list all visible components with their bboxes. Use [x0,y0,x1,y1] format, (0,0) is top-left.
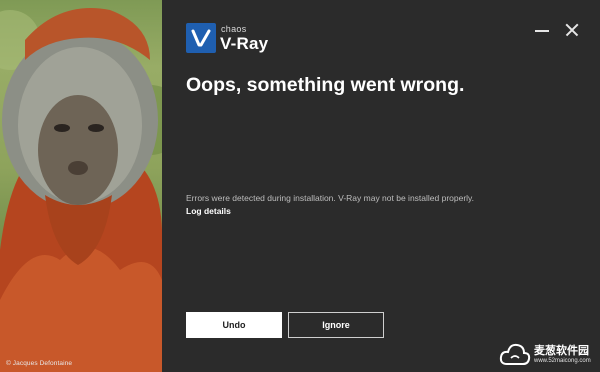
cloud-icon [499,343,531,365]
watermark-url: www.52maicong.com [534,358,591,364]
undo-button[interactable]: Undo [186,312,282,338]
ignore-button[interactable]: Ignore [288,312,384,338]
minimize-icon[interactable] [534,22,550,38]
watermark: 麦葱软件园 www.52maicong.com [499,338,600,372]
vray-logo-icon [186,23,216,53]
photo-credit: © Jacques Defontaine [6,360,73,367]
dialog-title: Oops, something went wrong. [186,74,465,96]
orangutan-illustration [0,8,162,372]
brand-company: chaos [221,24,247,34]
close-icon[interactable] [564,22,580,38]
log-details-link[interactable]: Log details [186,206,231,216]
brand-product: V-Ray [220,34,269,53]
installer-window: © Jacques Defontaine chaos V-Ray Oops, s… [0,0,600,372]
error-message: Errors were detected during installation… [186,193,475,203]
orangutan-photo: © Jacques Defontaine [0,0,162,372]
watermark-name: 麦葱软件园 [534,345,589,357]
